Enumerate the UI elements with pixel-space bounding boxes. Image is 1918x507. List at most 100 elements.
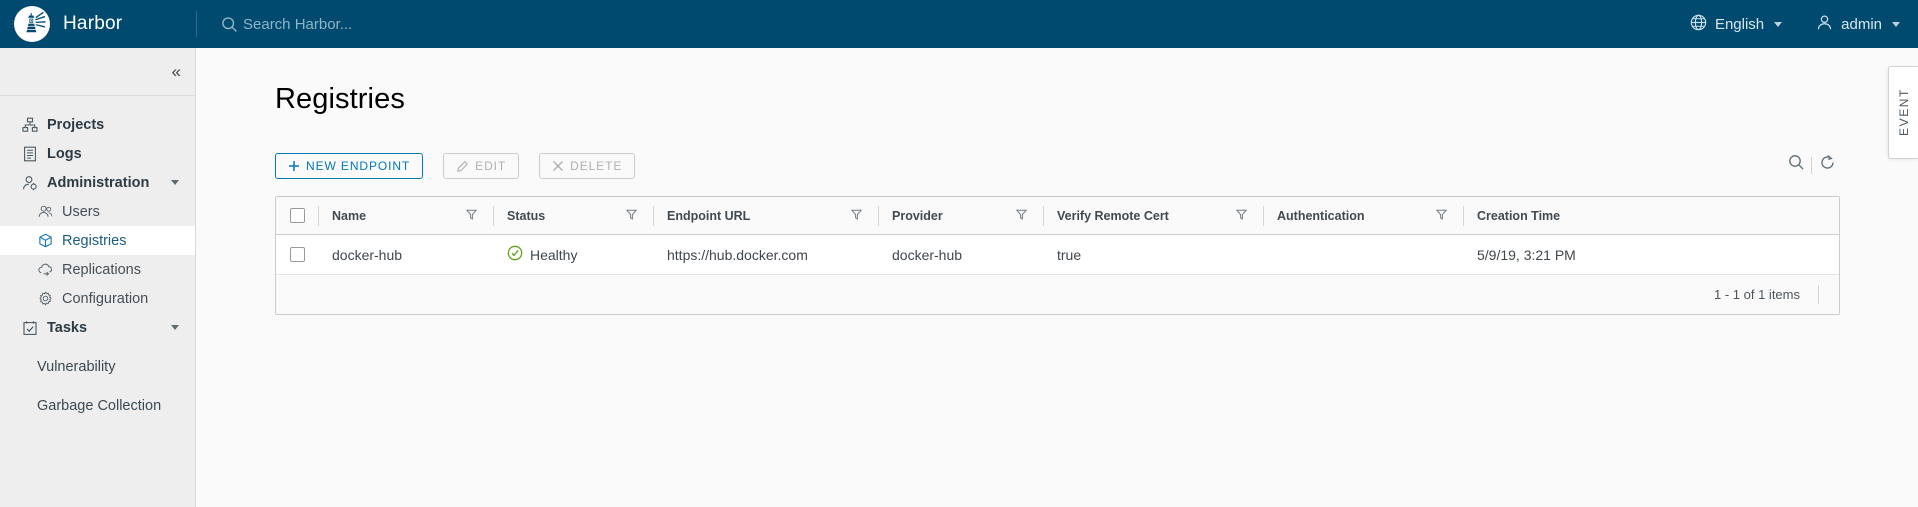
users-icon — [37, 204, 53, 220]
search-input[interactable] — [243, 16, 543, 33]
logs-icon — [21, 145, 38, 162]
delete-label: DELETE — [570, 159, 622, 173]
configuration-gear-icon — [37, 291, 53, 307]
language-selector[interactable]: English — [1690, 14, 1782, 35]
sidebar-item-label: Logs — [47, 146, 82, 162]
sidebar-item-garbage-collection[interactable]: Garbage Collection — [0, 391, 195, 420]
globe-icon — [1690, 14, 1707, 35]
cell-creation-time: 5/9/19, 3:21 PM — [1463, 235, 1663, 274]
filter-icon[interactable] — [1236, 209, 1247, 223]
sidebar-item-replications[interactable]: Replications — [0, 255, 195, 284]
cell-authentication — [1263, 235, 1463, 274]
filter-icon[interactable] — [851, 209, 862, 223]
cell-name: docker-hub — [318, 235, 493, 274]
cell-provider: docker-hub — [878, 235, 1043, 274]
nav-spacer — [0, 381, 195, 391]
event-tab-label: EVENT — [1897, 88, 1911, 136]
sidebar-item-tasks[interactable]: Tasks — [0, 313, 195, 342]
cell-status: Healthy — [493, 235, 653, 274]
edit-button[interactable]: EDIT — [443, 153, 519, 179]
column-header-endpoint-url[interactable]: Endpoint URL — [653, 197, 878, 234]
refresh-button[interactable] — [1812, 151, 1842, 179]
user-icon — [1816, 14, 1833, 35]
column-label: Creation Time — [1477, 209, 1560, 223]
action-button-row: NEW ENDPOINT EDIT DELETE — [275, 153, 635, 179]
cell-endpoint-url: https://hub.docker.com — [653, 235, 878, 274]
column-header-status[interactable]: Status — [493, 197, 653, 234]
administration-icon — [21, 174, 38, 191]
sidebar-item-administration[interactable]: Administration — [0, 168, 195, 197]
harbor-app: Harbor — [0, 0, 1918, 507]
pagination-summary: 1 - 1 of 1 items — [1714, 287, 1800, 302]
status-label: Healthy — [530, 247, 577, 263]
table-footer: 1 - 1 of 1 items — [276, 275, 1839, 314]
close-x-icon — [552, 160, 564, 172]
registries-table: Name Status Endpoint URL — [275, 196, 1840, 315]
filter-icon[interactable] — [466, 209, 477, 223]
column-divider — [1263, 206, 1264, 226]
sidebar-item-users[interactable]: Users — [0, 197, 195, 226]
top-header: Harbor — [0, 0, 1918, 48]
column-label: Authentication — [1277, 209, 1365, 223]
select-all-checkbox[interactable] — [290, 208, 305, 223]
double-chevron-left-icon[interactable]: « — [169, 61, 182, 82]
column-header-provider[interactable]: Provider — [878, 197, 1043, 234]
table-row[interactable]: docker-hub Healthy https://hub.docker.co… — [276, 235, 1839, 275]
filter-icon[interactable] — [1436, 209, 1447, 223]
column-label: Status — [507, 209, 545, 223]
column-label: Verify Remote Cert — [1057, 209, 1169, 223]
brand-title: Harbor — [63, 13, 122, 35]
harbor-lighthouse-logo-icon — [14, 6, 50, 42]
nav-spacer — [0, 342, 195, 352]
sidebar-item-label: Registries — [62, 233, 126, 249]
sidebar-item-label: Projects — [47, 117, 104, 133]
edit-label: EDIT — [475, 159, 506, 173]
search-icon — [221, 16, 238, 33]
tasks-icon — [21, 319, 38, 336]
sidebar-item-label: Configuration — [62, 291, 148, 307]
column-label: Name — [332, 209, 366, 223]
column-header-authentication[interactable]: Authentication — [1263, 197, 1463, 234]
sidebar-item-label: Tasks — [47, 320, 87, 336]
filter-icon[interactable] — [626, 209, 637, 223]
column-label: Endpoint URL — [667, 209, 750, 223]
new-endpoint-button[interactable]: NEW ENDPOINT — [275, 153, 423, 179]
footer-divider — [1818, 285, 1819, 304]
header-right-controls: English admin — [1690, 0, 1900, 48]
registries-icon — [37, 233, 53, 249]
column-header-verify-remote-cert[interactable]: Verify Remote Cert — [1043, 197, 1263, 234]
sidebar-nav: Projects Logs — [0, 96, 195, 420]
column-divider — [1043, 206, 1044, 226]
select-all-cell — [276, 197, 318, 234]
sidebar-collapse-row: « — [0, 48, 195, 96]
sidebar-item-label: Users — [62, 204, 100, 220]
column-header-creation-time[interactable]: Creation Time — [1463, 197, 1663, 234]
brand-block[interactable]: Harbor — [0, 0, 196, 48]
column-header-name[interactable]: Name — [318, 197, 493, 234]
sidebar-item-label: Replications — [62, 262, 141, 278]
delete-button[interactable]: DELETE — [539, 153, 635, 179]
sidebar-item-label: Administration — [47, 175, 149, 191]
column-divider — [878, 206, 879, 226]
language-label: English — [1715, 16, 1764, 33]
status-badge: Healthy — [507, 245, 577, 264]
table-search-button[interactable] — [1781, 151, 1811, 179]
global-search[interactable] — [221, 0, 543, 48]
sidebar-item-registries[interactable]: Registries — [0, 226, 195, 255]
sidebar-item-vulnerability[interactable]: Vulnerability — [0, 352, 195, 381]
filter-icon[interactable] — [1016, 209, 1027, 223]
row-checkbox[interactable] — [290, 247, 305, 262]
sidebar-item-configuration[interactable]: Configuration — [0, 284, 195, 313]
sidebar-item-label: Garbage Collection — [37, 398, 161, 414]
event-tab[interactable]: EVENT — [1888, 66, 1918, 159]
sidebar-item-logs[interactable]: Logs — [0, 139, 195, 168]
header-divider — [196, 11, 197, 37]
cell-verify-remote-cert: true — [1043, 235, 1263, 274]
sidebar-item-projects[interactable]: Projects — [0, 110, 195, 139]
sidebar-item-label: Vulnerability — [37, 359, 115, 375]
account-menu[interactable]: admin — [1816, 14, 1900, 35]
table-header-row: Name Status Endpoint URL — [276, 197, 1839, 235]
chevron-down-icon — [171, 325, 179, 330]
column-divider — [493, 206, 494, 226]
chevron-down-icon — [171, 180, 179, 185]
